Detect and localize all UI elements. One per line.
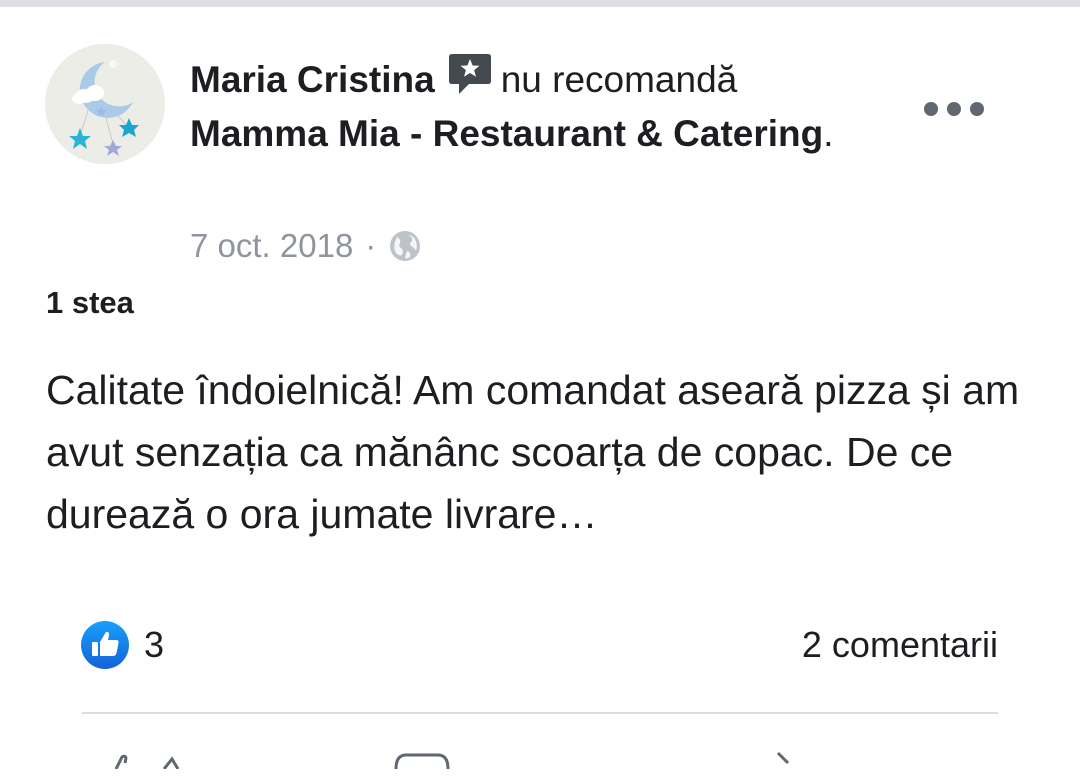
review-post: Maria Cristina nu recomandă Mamma Mia - R… [0,7,1080,769]
like-action-icon[interactable] [112,749,182,769]
globe-icon [390,231,421,261]
reactions-summary[interactable]: 3 [80,619,164,671]
review-action-text: nu recomandă [500,59,738,100]
more-dot [947,102,961,116]
like-count: 3 [144,624,165,665]
actions-divider [82,712,998,714]
post-date[interactable]: 7 oct. 2018 [190,227,353,265]
review-icon [447,52,493,96]
rating-label: 1 stea [46,285,134,320]
comments-count-link[interactable]: 2 comentarii [802,619,998,671]
comment-action-icon[interactable] [392,749,452,769]
meta-separator: · [365,227,377,264]
more-dot [924,102,938,116]
page-name-link[interactable]: Mamma Mia - Restaurant & Catering [190,113,823,154]
more-dot [970,102,984,116]
top-separator-bar [0,0,1080,7]
more-options-button[interactable] [924,89,984,129]
post-meta: 7 oct. 2018 · [190,221,422,271]
avatar[interactable] [45,44,165,164]
share-action-icon[interactable] [770,749,800,769]
page-name-suffix: . [823,113,834,154]
post-header: Maria Cristina nu recomandă Mamma Mia - R… [190,52,870,161]
post-actions-row [0,737,1080,777]
author-name[interactable]: Maria Cristina [190,59,435,100]
avatar-image [45,44,165,164]
review-body-text[interactable]: Calitate îndoielnică! Am comandat aseară… [46,359,1046,545]
like-icon [81,621,129,669]
